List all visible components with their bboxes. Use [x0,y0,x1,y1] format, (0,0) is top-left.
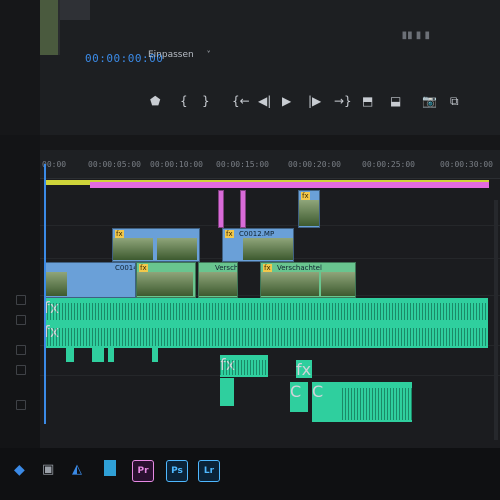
clip-thumbnail [299,200,319,226]
video-clip[interactable]: fx [112,228,200,262]
monitor-frame [60,0,90,20]
files-icon[interactable] [104,460,116,476]
time-ruler[interactable]: 00:00 00:00:05:00 00:00:10:00 00:00:15:0… [40,150,500,179]
ruler-label: 00:00:30:00 [440,160,493,169]
lift-button[interactable]: ⬒ [362,94,373,108]
premiere-pro-app[interactable]: Pr [132,460,154,482]
mark-out-button[interactable]: } [202,94,210,108]
audio-clip[interactable] [108,348,114,362]
fx-badge: fx [263,264,272,272]
fx-badge: fx [296,360,312,379]
audio-clip[interactable] [220,378,234,406]
program-monitor: 00:00:00:00 Einpassen ˅ ▮▮ ▮ ▮ [40,0,500,135]
add-marker-button[interactable]: ⬟ [150,94,160,108]
audio-clip[interactable]: fx [220,355,268,377]
nested-clip[interactable]: fx [136,262,196,298]
adjustment-clip[interactable] [218,190,224,228]
clip-name: C0012.MP [239,230,275,238]
audio-waveform [44,327,488,346]
audio-clip[interactable]: C [290,382,308,412]
track-divider [40,375,500,376]
clip-name: C [312,382,324,401]
fx-badge: fx [139,264,148,272]
clip-thumbnail [321,272,355,296]
adjustment-clip[interactable] [240,190,246,228]
monitor-right-info: ▮▮ ▮ ▮ [401,30,430,41]
audio-clip[interactable]: fx [44,298,488,322]
clip-name: C [290,382,302,401]
nested-clip[interactable]: Verscha [198,262,238,298]
ruler-label: 00:00:25:00 [362,160,415,169]
clip-thumbnail [45,272,67,296]
audio-clip[interactable] [152,348,158,362]
track-lock-icon[interactable] [16,365,26,375]
fx-badge: fx [115,230,124,238]
video-clip[interactable]: fx C0012.MP [222,228,294,262]
track-lock-icon[interactable] [16,315,26,325]
audio-clip[interactable]: fx [44,322,488,348]
nested-clip[interactable]: fx Verschachtel [260,262,356,298]
transport-bar: ⬟ {} {← ◀| ▶ |▶ →} ⬒ ⬓ 📷 ⧉ [150,94,480,114]
play-button[interactable]: ▶ [282,94,291,108]
audio-waveform [44,303,488,320]
ruler-label: 00:00:20:00 [288,160,341,169]
track-lock-icon[interactable] [16,345,26,355]
photoshop-app[interactable]: Ps [166,460,188,482]
clip-thumbnail [113,238,153,260]
lightroom-app[interactable]: Lr [198,460,220,482]
ruler-label: 00:00:15:00 [216,160,269,169]
taskbar: Pr Ps Lr ◆ ▣ ◭ [0,448,500,500]
clip-thumbnail [137,272,193,296]
mark-in-button[interactable]: { [180,94,188,108]
fit-dropdown[interactable]: Einpassen ˅ [148,50,211,60]
store-icon[interactable]: ▣ [42,462,54,477]
track-lock-icon[interactable] [16,295,26,305]
clip-name: C0014 [115,264,136,272]
ruler-label: 00:00:05:00 [88,160,141,169]
go-to-out-button[interactable]: →} [334,94,352,108]
audio-clip[interactable]: C [312,382,412,422]
adjustment-track-bar[interactable] [90,182,489,188]
clip-thumbnail [243,238,293,260]
app-icon[interactable]: ◭ [72,462,82,477]
clip-thumbnail [199,272,237,296]
step-back-button[interactable]: ◀| [258,94,271,108]
audio-clip[interactable] [66,348,74,362]
clip-name: Verschachtel [277,264,322,272]
audio-waveform [220,359,268,375]
fit-label: Einpassen [148,50,194,60]
extract-button[interactable]: ⬓ [390,94,401,108]
clip-name: Verscha [215,264,238,272]
audio-waveform [342,388,412,420]
clip-thumbnail [261,272,319,296]
track-headers [0,135,40,465]
video-clip[interactable]: C0014 [44,262,136,298]
vertical-scrollbar[interactable] [494,200,498,440]
export-frame-button[interactable]: 📷 [422,94,437,108]
comparison-view-button[interactable]: ⧉ [450,94,459,109]
browser-icon[interactable]: ◆ [14,462,25,478]
audio-clip[interactable] [92,348,104,362]
timeline-panel[interactable]: 00:00 00:00:05:00 00:00:10:00 00:00:15:0… [40,150,500,450]
track-divider [40,225,500,226]
audio-clip[interactable]: fx [296,360,312,379]
track-lock-icon[interactable] [16,400,26,410]
video-clip[interactable]: fx [298,190,320,228]
go-to-in-button[interactable]: {← [232,94,250,108]
chevron-down-icon: ˅ [206,50,211,59]
fx-badge: fx [301,192,310,200]
source-thumbnail[interactable] [40,0,60,55]
fx-badge: fx [225,230,234,238]
clip-thumbnail [157,238,197,260]
step-forward-button[interactable]: |▶ [308,94,321,108]
ruler-label: 00:00:10:00 [150,160,203,169]
playhead[interactable] [44,164,46,424]
